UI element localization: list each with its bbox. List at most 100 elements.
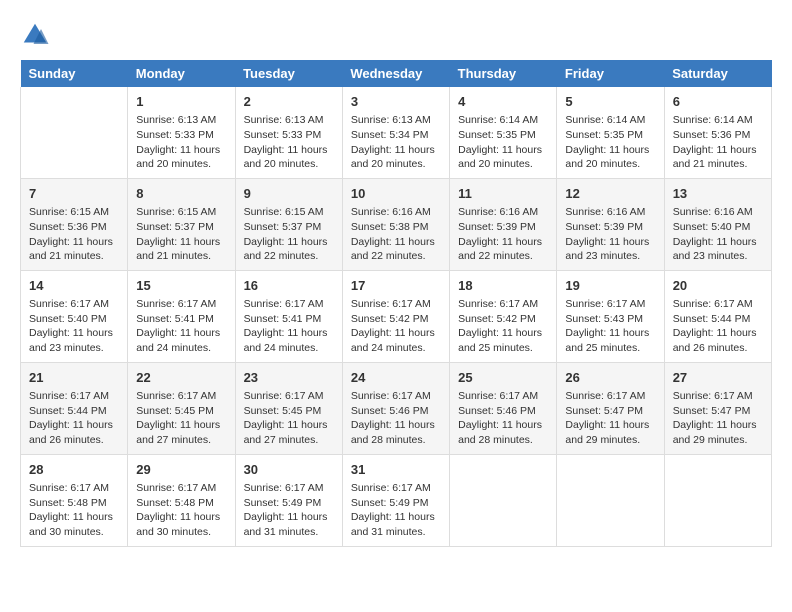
day-info: Sunrise: 6:16 AM	[458, 205, 548, 220]
calendar-cell	[664, 454, 771, 546]
day-info-sunset: Sunset: 5:46 PM	[458, 404, 548, 419]
calendar-cell: 22Sunrise: 6:17 AMSunset: 5:45 PMDayligh…	[128, 362, 235, 454]
day-info-sunset: Sunset: 5:45 PM	[244, 404, 334, 419]
day-info-daylight: Daylight: 11 hours and 21 minutes.	[29, 235, 119, 264]
day-info: Sunrise: 6:17 AM	[136, 297, 226, 312]
calendar-cell: 14Sunrise: 6:17 AMSunset: 5:40 PMDayligh…	[21, 270, 128, 362]
day-info-sunset: Sunset: 5:44 PM	[673, 312, 763, 327]
day-number: 12	[565, 185, 655, 203]
calendar-cell: 12Sunrise: 6:16 AMSunset: 5:39 PMDayligh…	[557, 178, 664, 270]
day-info-daylight: Daylight: 11 hours and 24 minutes.	[244, 326, 334, 355]
calendar-cell: 20Sunrise: 6:17 AMSunset: 5:44 PMDayligh…	[664, 270, 771, 362]
column-header-thursday: Thursday	[450, 60, 557, 87]
day-info: Sunrise: 6:17 AM	[29, 389, 119, 404]
day-info-daylight: Daylight: 11 hours and 29 minutes.	[565, 418, 655, 447]
day-info-daylight: Daylight: 11 hours and 21 minutes.	[673, 143, 763, 172]
column-header-tuesday: Tuesday	[235, 60, 342, 87]
day-info-sunset: Sunset: 5:41 PM	[136, 312, 226, 327]
day-info-sunset: Sunset: 5:33 PM	[244, 128, 334, 143]
day-number: 9	[244, 185, 334, 203]
day-info: Sunrise: 6:17 AM	[458, 389, 548, 404]
day-info: Sunrise: 6:17 AM	[136, 389, 226, 404]
calendar-cell: 29Sunrise: 6:17 AMSunset: 5:48 PMDayligh…	[128, 454, 235, 546]
calendar-cell: 31Sunrise: 6:17 AMSunset: 5:49 PMDayligh…	[342, 454, 449, 546]
day-info: Sunrise: 6:17 AM	[244, 481, 334, 496]
day-info-daylight: Daylight: 11 hours and 28 minutes.	[458, 418, 548, 447]
day-number: 16	[244, 277, 334, 295]
calendar-cell: 26Sunrise: 6:17 AMSunset: 5:47 PMDayligh…	[557, 362, 664, 454]
day-info-sunset: Sunset: 5:37 PM	[244, 220, 334, 235]
calendar-cell: 15Sunrise: 6:17 AMSunset: 5:41 PMDayligh…	[128, 270, 235, 362]
day-info-daylight: Daylight: 11 hours and 20 minutes.	[244, 143, 334, 172]
day-number: 25	[458, 369, 548, 387]
day-info-sunset: Sunset: 5:35 PM	[565, 128, 655, 143]
calendar-cell: 13Sunrise: 6:16 AMSunset: 5:40 PMDayligh…	[664, 178, 771, 270]
day-info: Sunrise: 6:14 AM	[673, 113, 763, 128]
week-row-2: 7Sunrise: 6:15 AMSunset: 5:36 PMDaylight…	[21, 178, 772, 270]
day-info: Sunrise: 6:16 AM	[565, 205, 655, 220]
calendar-table: SundayMondayTuesdayWednesdayThursdayFrid…	[20, 60, 772, 547]
day-info-sunset: Sunset: 5:39 PM	[565, 220, 655, 235]
calendar-cell: 19Sunrise: 6:17 AMSunset: 5:43 PMDayligh…	[557, 270, 664, 362]
day-info-daylight: Daylight: 11 hours and 29 minutes.	[673, 418, 763, 447]
day-number: 8	[136, 185, 226, 203]
calendar-cell: 4Sunrise: 6:14 AMSunset: 5:35 PMDaylight…	[450, 87, 557, 178]
calendar-cell	[21, 87, 128, 178]
calendar-cell: 5Sunrise: 6:14 AMSunset: 5:35 PMDaylight…	[557, 87, 664, 178]
column-header-sunday: Sunday	[21, 60, 128, 87]
day-number: 14	[29, 277, 119, 295]
calendar-cell: 10Sunrise: 6:16 AMSunset: 5:38 PMDayligh…	[342, 178, 449, 270]
calendar-cell: 28Sunrise: 6:17 AMSunset: 5:48 PMDayligh…	[21, 454, 128, 546]
column-header-saturday: Saturday	[664, 60, 771, 87]
day-info-daylight: Daylight: 11 hours and 20 minutes.	[458, 143, 548, 172]
day-info-sunset: Sunset: 5:48 PM	[136, 496, 226, 511]
calendar-cell: 17Sunrise: 6:17 AMSunset: 5:42 PMDayligh…	[342, 270, 449, 362]
day-info-daylight: Daylight: 11 hours and 22 minutes.	[244, 235, 334, 264]
calendar-cell: 27Sunrise: 6:17 AMSunset: 5:47 PMDayligh…	[664, 362, 771, 454]
day-info: Sunrise: 6:17 AM	[244, 389, 334, 404]
calendar-cell: 11Sunrise: 6:16 AMSunset: 5:39 PMDayligh…	[450, 178, 557, 270]
calendar-cell: 23Sunrise: 6:17 AMSunset: 5:45 PMDayligh…	[235, 362, 342, 454]
day-info: Sunrise: 6:17 AM	[565, 297, 655, 312]
day-info: Sunrise: 6:17 AM	[351, 297, 441, 312]
day-info-daylight: Daylight: 11 hours and 20 minutes.	[351, 143, 441, 172]
day-number: 21	[29, 369, 119, 387]
day-number: 19	[565, 277, 655, 295]
day-info-sunset: Sunset: 5:33 PM	[136, 128, 226, 143]
day-info-sunset: Sunset: 5:42 PM	[351, 312, 441, 327]
day-info-daylight: Daylight: 11 hours and 23 minutes.	[673, 235, 763, 264]
day-info-sunset: Sunset: 5:34 PM	[351, 128, 441, 143]
week-row-1: 1Sunrise: 6:13 AMSunset: 5:33 PMDaylight…	[21, 87, 772, 178]
day-info: Sunrise: 6:17 AM	[136, 481, 226, 496]
day-info-sunset: Sunset: 5:40 PM	[29, 312, 119, 327]
day-info-daylight: Daylight: 11 hours and 30 minutes.	[136, 510, 226, 539]
day-info-sunset: Sunset: 5:44 PM	[29, 404, 119, 419]
calendar-cell: 24Sunrise: 6:17 AMSunset: 5:46 PMDayligh…	[342, 362, 449, 454]
day-info: Sunrise: 6:13 AM	[351, 113, 441, 128]
calendar-cell: 1Sunrise: 6:13 AMSunset: 5:33 PMDaylight…	[128, 87, 235, 178]
day-info-sunset: Sunset: 5:47 PM	[565, 404, 655, 419]
day-info: Sunrise: 6:15 AM	[136, 205, 226, 220]
calendar-cell: 2 Sunrise: 6:13 AMSunset: 5:33 PMDaylight…	[235, 87, 342, 178]
day-info-sunset: Sunset: 5:40 PM	[673, 220, 763, 235]
day-info: Sunrise: 6:17 AM	[673, 389, 763, 404]
day-info-daylight: Daylight: 11 hours and 27 minutes.	[244, 418, 334, 447]
day-info: Sunrise: 6:13 AM	[244, 113, 334, 128]
calendar-cell: 9Sunrise: 6:15 AMSunset: 5:37 PMDaylight…	[235, 178, 342, 270]
day-info: Sunrise: 6:14 AM	[565, 113, 655, 128]
day-info-daylight: Daylight: 11 hours and 26 minutes.	[673, 326, 763, 355]
day-number: 3	[351, 93, 441, 111]
calendar-cell: 21 Sunrise: 6:17 AMSunset: 5:44 PMDayligh…	[21, 362, 128, 454]
column-header-monday: Monday	[128, 60, 235, 87]
day-info-sunset: Sunset: 5:49 PM	[244, 496, 334, 511]
day-info-sunset: Sunset: 5:45 PM	[136, 404, 226, 419]
day-info-daylight: Daylight: 11 hours and 22 minutes.	[458, 235, 548, 264]
day-number: 28	[29, 461, 119, 479]
calendar-cell: 16Sunrise: 6:17 AMSunset: 5:41 PMDayligh…	[235, 270, 342, 362]
day-info-daylight: Daylight: 11 hours and 26 minutes.	[29, 418, 119, 447]
day-info-daylight: Daylight: 11 hours and 20 minutes.	[565, 143, 655, 172]
day-info-daylight: Daylight: 11 hours and 25 minutes.	[458, 326, 548, 355]
day-info-daylight: Daylight: 11 hours and 31 minutes.	[244, 510, 334, 539]
day-number: 2	[244, 93, 334, 111]
day-info: Sunrise: 6:17 AM	[673, 297, 763, 312]
